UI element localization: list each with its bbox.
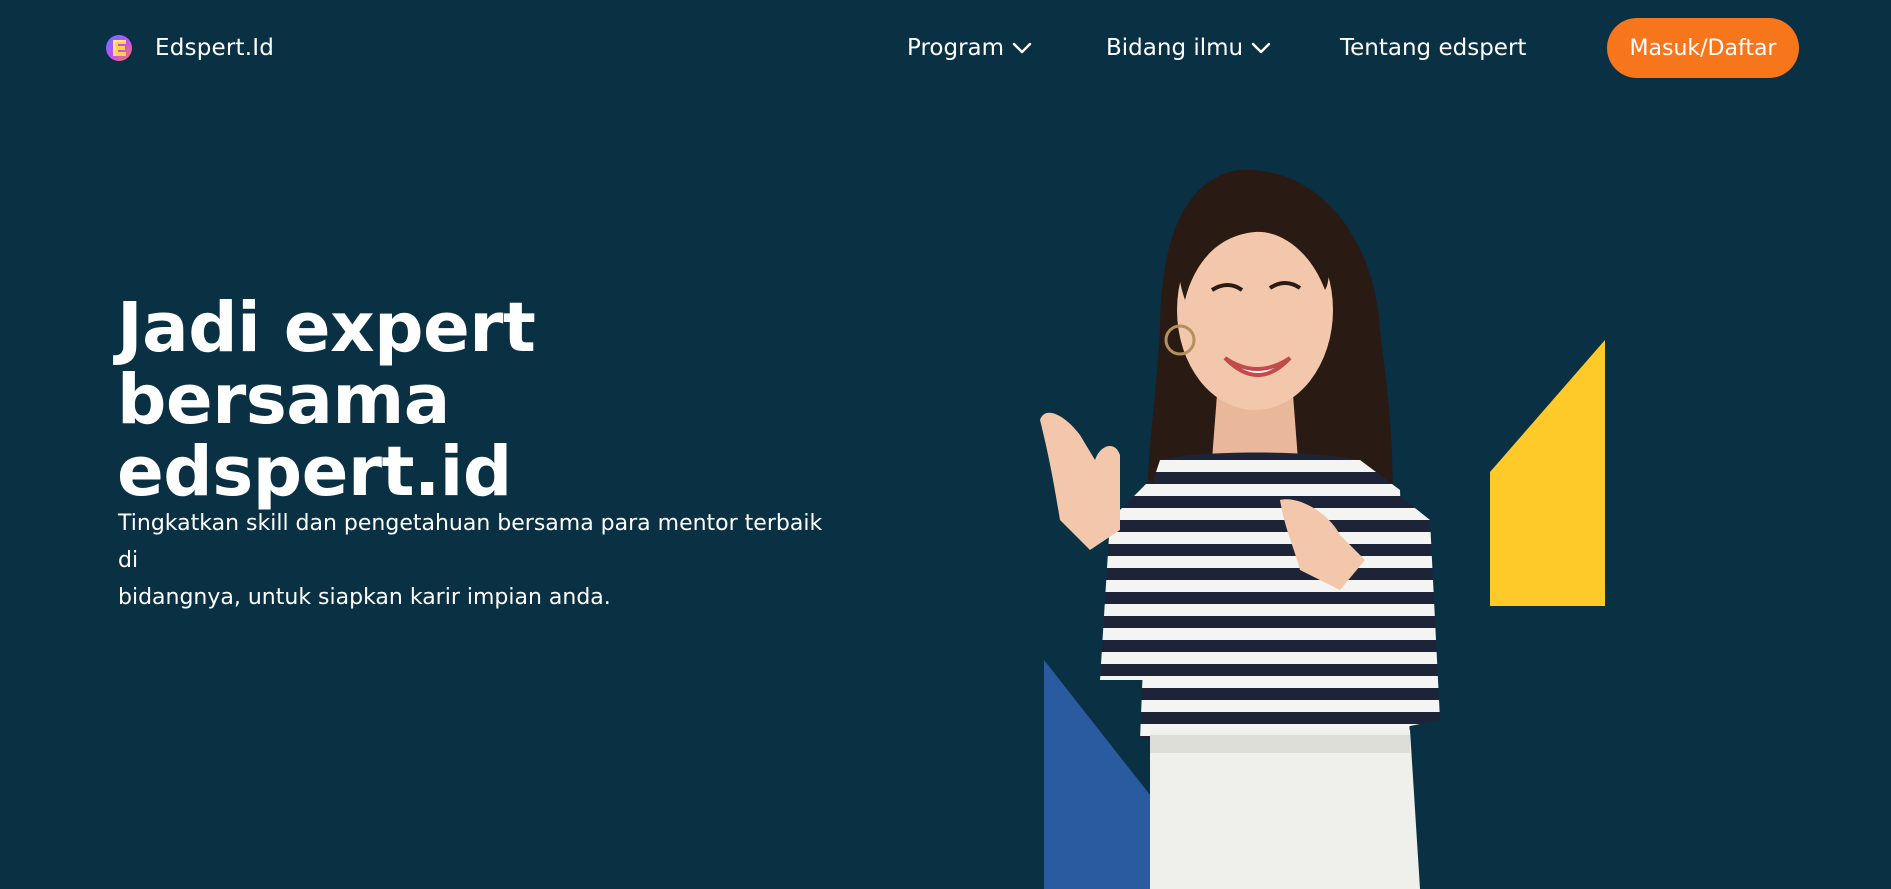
login-register-button[interactable]: Masuk/Daftar [1607,18,1799,78]
nav-bidang-ilmu-label: Bidang ilmu [1106,35,1244,61]
hero-illustration [980,160,1640,889]
nav-tentang-label: Tentang edspert [1340,35,1527,61]
nav-program-label: Program [907,35,1005,61]
hero-subtitle: Tingkatkan skill dan pengetahuan bersama… [118,505,838,616]
nav-program-dropdown[interactable]: Program [907,35,1032,61]
chevron-down-icon [1251,42,1271,54]
nav-tentang-link[interactable]: Tentang edspert [1340,35,1526,61]
landing-page: Edspert.Id Program Bidang ilmu Tentang e… [0,0,1891,889]
hero-subtitle-line1: Tingkatkan skill dan pengetahuan bersama… [118,511,823,573]
woman-pointing-illustration [1040,169,1440,889]
hero-title-line1: Jadi expert bersama [117,288,536,440]
hero-subtitle-line2: bidangnya, untuk siapkan karir impian an… [118,585,611,610]
hero-title-line2: edspert.id [117,432,512,512]
nav-bidang-ilmu-dropdown[interactable]: Bidang ilmu [1106,35,1271,61]
hero-title: Jadi expert bersama edspert.id [117,292,877,508]
navbar: Edspert.Id Program Bidang ilmu Tentang e… [0,0,1891,100]
chevron-down-icon [1012,42,1032,54]
